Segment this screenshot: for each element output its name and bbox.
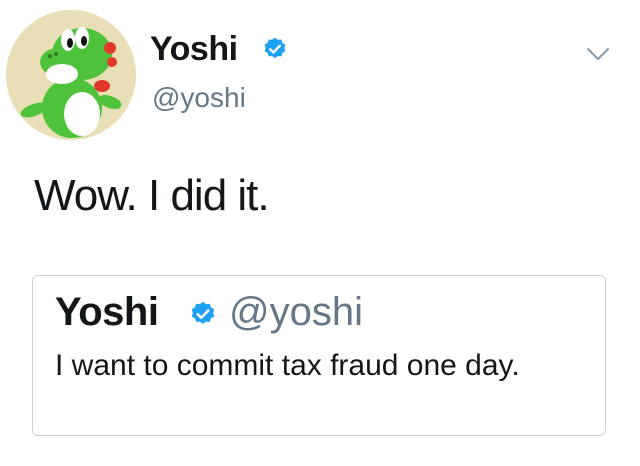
- quoted-author-display-name: Yoshi: [55, 290, 159, 334]
- avatar[interactable]: [6, 10, 136, 140]
- tweet-text: Wow. I did it.: [34, 171, 270, 220]
- quoted-author-handle: @yoshi: [229, 290, 363, 334]
- verified-badge-icon: [264, 37, 286, 59]
- author-handle[interactable]: @yoshi: [152, 82, 246, 114]
- quoted-tweet-text: I want to commit tax fraud one day.: [55, 349, 520, 382]
- chevron-down-icon[interactable]: [586, 46, 610, 62]
- author-display-name[interactable]: Yoshi: [150, 30, 238, 68]
- quoted-verified-badge-icon: [191, 301, 215, 324]
- quoted-tweet-card[interactable]: Yoshi @yoshi I want to commit tax fraud …: [32, 275, 606, 436]
- yoshi-avatar-image: [6, 10, 136, 140]
